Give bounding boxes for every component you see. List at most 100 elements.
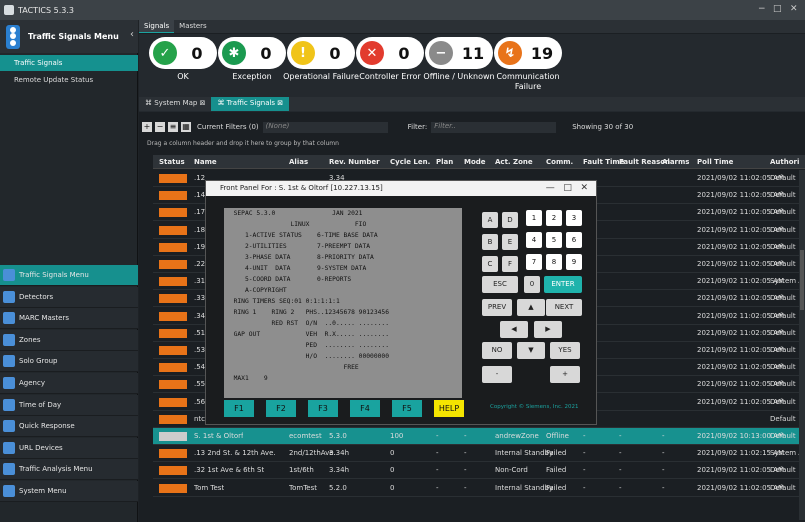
fkey-help-button[interactable]: HELP <box>434 400 464 417</box>
key-+-button[interactable]: + <box>550 366 580 383</box>
key-prev-button[interactable]: PREV <box>482 299 512 316</box>
key-next-button[interactable]: NEXT <box>546 299 582 316</box>
key-yes-button[interactable]: YES <box>550 342 580 359</box>
table-row[interactable]: S. 1st & Oltorf ecomtest 5.3.0 100 - - andrewZ… <box>153 428 805 445</box>
key-a-button[interactable]: A <box>482 212 498 228</box>
current-filters-field[interactable]: (None) <box>262 121 388 133</box>
arrow-up-icon[interactable]: ▲ <box>517 299 545 316</box>
key-e-button[interactable]: E <box>502 234 518 250</box>
add-icon[interactable]: + <box>142 122 152 132</box>
tab-masters[interactable]: Masters <box>174 20 212 33</box>
dialog-title: Front Panel For : S. 1st & Oltorf [10.22… <box>206 181 596 196</box>
stat-0[interactable]: ✓ 0 <box>149 37 217 69</box>
nav-item-4[interactable]: Solo Group <box>0 351 138 373</box>
filter-input[interactable]: Filter.. <box>431 121 557 133</box>
table-cell: 1st/6th <box>289 466 314 475</box>
sidebar-item-remote-update-status[interactable]: Remote Update Status <box>0 72 138 88</box>
stat-5[interactable]: ↯ 19 <box>494 37 562 69</box>
arrow-left-icon[interactable]: ◀ <box>500 321 528 338</box>
key-0-button[interactable]: 0 <box>524 276 540 293</box>
lcd-line: RED RST O/N ..0..... ........ <box>226 320 390 327</box>
key-4-button[interactable]: 4 <box>526 232 542 248</box>
stat-4[interactable]: −11 <box>425 37 493 69</box>
dialog-close-icon[interactable]: — □ ✕ <box>546 181 588 196</box>
column-header[interactable]: Comm. <box>546 158 573 166</box>
fkey-f3-button[interactable]: F3 <box>308 400 338 417</box>
nav-item-7[interactable]: Quick Response <box>0 416 138 438</box>
table-row[interactable]: .13 2nd St. & 12th Ave. 2nd/12thAve. 3.34h… <box>153 445 805 463</box>
key-d-button[interactable]: D <box>502 212 518 228</box>
lcd-line: A-COPYRIGHT <box>226 287 287 294</box>
column-header[interactable]: Rev. Number <box>329 158 380 166</box>
nav-item-8[interactable]: URL Devices <box>0 437 138 459</box>
key-esc-button[interactable]: ESC <box>482 276 518 293</box>
minimize-icon[interactable]: − <box>758 4 766 14</box>
nav-item-0[interactable]: Traffic Signals Menu <box>0 265 138 286</box>
key-enter-button[interactable]: ENTER <box>544 276 582 293</box>
list-icon[interactable]: ≡ <box>168 122 178 132</box>
key-f-button[interactable]: F <box>502 256 518 272</box>
tab-traffic-signals[interactable]: ⌘ Traffic Signals ⊠ <box>211 97 290 111</box>
key-c-button[interactable]: C <box>482 256 498 272</box>
table-cell: ecomtest <box>289 432 322 440</box>
fkey-f1-button[interactable]: F1 <box>224 400 254 417</box>
key-9-button[interactable]: 9 <box>566 254 582 270</box>
status-bar <box>159 466 187 476</box>
table-cell: Default <box>770 328 796 337</box>
column-header[interactable]: Act. Zone <box>495 158 533 166</box>
fkey-f2-button[interactable]: F2 <box>266 400 296 417</box>
table-cell: .54 <box>194 363 206 372</box>
nav-item-6[interactable]: Time of Day <box>0 394 138 416</box>
column-header[interactable]: Cycle Len. <box>390 158 430 166</box>
table-row[interactable]: .32 1st Ave & 6th St 1st/6th 3.34h 0 - - Non-C… <box>153 462 805 480</box>
collapse-chevron-icon[interactable]: ‹ <box>130 29 134 40</box>
maximize-icon[interactable]: □ <box>773 4 782 14</box>
scrollbar[interactable] <box>799 170 805 520</box>
nav-item-5[interactable]: Agency <box>0 373 138 394</box>
table-cell: Failed <box>546 466 567 475</box>
stat-1[interactable]: ✱ 0 <box>218 37 286 69</box>
nav-item-icon <box>3 290 15 303</box>
key-5-button[interactable]: 5 <box>546 232 562 248</box>
group-hint: Drag a column header and drop it here to… <box>147 140 339 147</box>
column-header[interactable]: Alias <box>289 158 308 166</box>
status-bar <box>159 414 187 424</box>
grid-icon[interactable]: ▦ <box>181 122 191 132</box>
table-row[interactable]: Tom Test TomTest 5.2.0 0 - - Internal Standby F… <box>153 480 805 497</box>
grid-header: Status Name Alias Rev. Number Cycle Len. Plan… <box>153 155 805 169</box>
tab-signals[interactable]: Signals <box>139 20 175 33</box>
key-6-button[interactable]: 6 <box>566 232 582 248</box>
nav-item-9[interactable]: Traffic Analysis Menu <box>0 459 138 481</box>
arrow-down-icon[interactable]: ▼ <box>517 342 545 359</box>
key-2-button[interactable]: 2 <box>546 210 562 226</box>
nav-item-label: Zones <box>19 335 41 344</box>
column-header[interactable]: Name <box>194 158 217 166</box>
nav-item-2[interactable]: MARC Masters <box>0 308 138 330</box>
column-header[interactable]: Alarms <box>662 158 689 166</box>
stat-3[interactable]: ✕ 0 <box>356 37 424 69</box>
key-1-button[interactable]: 1 <box>526 210 542 226</box>
key---button[interactable]: - <box>482 366 512 383</box>
nav-item-10[interactable]: System Menu <box>0 481 138 502</box>
remove-icon[interactable]: − <box>155 122 165 132</box>
stat-2[interactable]: ! 0 <box>287 37 355 69</box>
column-header[interactable]: Plan <box>436 158 453 166</box>
column-header[interactable]: Poll Time <box>697 158 733 166</box>
fkey-f5-button[interactable]: F5 <box>392 400 422 417</box>
key-3-button[interactable]: 3 <box>566 210 582 226</box>
column-header[interactable]: Status <box>159 158 185 166</box>
key-7-button[interactable]: 7 <box>526 254 542 270</box>
nav-item-1[interactable]: Detectors <box>0 286 138 308</box>
arrow-right-icon[interactable]: ▶ <box>534 321 562 338</box>
key-8-button[interactable]: 8 <box>546 254 562 270</box>
fkey-f4-button[interactable]: F4 <box>350 400 380 417</box>
sidebar-item-traffic-signals[interactable]: Traffic Signals <box>0 55 138 71</box>
column-header[interactable]: Authori <box>770 158 799 166</box>
key-b-button[interactable]: B <box>482 234 498 250</box>
close-icon[interactable]: ✕ <box>790 4 798 14</box>
tab-system-map[interactable]: ⌘ System Map ⊠ <box>139 97 211 111</box>
column-header[interactable]: Mode <box>464 158 486 166</box>
table-cell: 0 <box>390 466 395 475</box>
nav-item-3[interactable]: Zones <box>0 329 138 351</box>
key-no-button[interactable]: NO <box>482 342 512 359</box>
